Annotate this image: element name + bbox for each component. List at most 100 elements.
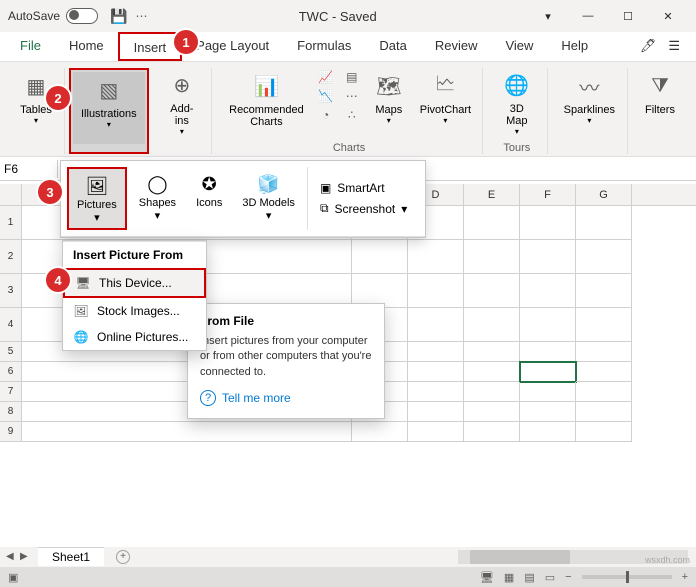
cell[interactable] (408, 274, 464, 308)
cell[interactable] (408, 402, 464, 422)
tab-view[interactable]: View (491, 32, 547, 61)
pagebreak-view-icon[interactable]: ▭ (545, 571, 555, 584)
save-icon[interactable]: 💾 (110, 8, 127, 25)
chart-insert-4[interactable]: ▤ (341, 68, 363, 86)
share-button[interactable]: 🖊 (632, 32, 665, 61)
cell[interactable] (22, 422, 352, 442)
cell[interactable] (520, 382, 576, 402)
cell[interactable] (576, 240, 632, 274)
cell[interactable] (576, 362, 632, 382)
screenshot-button[interactable]: ⧉Screenshot▾ (316, 199, 411, 218)
tell-me-more-link[interactable]: ?Tell me more (200, 390, 372, 406)
col-header-g[interactable]: G (576, 184, 632, 205)
cell[interactable] (576, 382, 632, 402)
ribbon-collapse-icon[interactable]: ▾ (528, 0, 568, 32)
maximize-button[interactable]: ☐ (608, 0, 648, 32)
chart-insert-5[interactable]: ⋯ (341, 87, 363, 105)
filters-button[interactable]: ⧩ Filters (638, 68, 682, 140)
tab-home[interactable]: Home (55, 32, 118, 61)
sheet-nav-next[interactable]: ▶ (20, 551, 32, 562)
minimize-button[interactable]: — (568, 0, 608, 32)
chart-insert-2[interactable]: 📉 (315, 87, 337, 105)
zoom-slider[interactable] (582, 575, 672, 579)
page-layout-icon[interactable]: ▤ (524, 571, 534, 584)
this-device-item[interactable]: 🖥This Device... (63, 268, 206, 298)
row-header[interactable]: 3 (0, 274, 22, 308)
cell[interactable] (520, 362, 576, 382)
cell[interactable] (352, 240, 408, 274)
chart-insert-6[interactable]: ∴ (341, 106, 363, 124)
cell[interactable] (464, 342, 520, 362)
qat-overflow-icon[interactable]: ⋯ (135, 9, 147, 23)
normal-view-icon[interactable]: ▦ (504, 571, 514, 584)
row-header[interactable]: 8 (0, 402, 22, 422)
cell[interactable] (464, 362, 520, 382)
3dmap-button[interactable]: 🌐 3D Map▾ (493, 68, 541, 140)
icons-button[interactable]: ✪ Icons (188, 167, 230, 230)
sparklines-button[interactable]: 〰 Sparklines▾ (558, 68, 621, 140)
tab-page-layout[interactable]: Page Layout (182, 32, 283, 61)
comments-button[interactable]: ☰ (664, 32, 684, 61)
smartart-button[interactable]: ▣SmartArt (316, 179, 411, 197)
recommended-charts-button[interactable]: 📊 Recommended Charts (222, 68, 311, 140)
add-sheet-button[interactable]: + (116, 550, 130, 564)
cell[interactable] (576, 342, 632, 362)
tab-file[interactable]: File (6, 32, 55, 61)
cell[interactable] (520, 422, 576, 442)
tab-help[interactable]: Help (547, 32, 602, 61)
pivotchart-button[interactable]: 🗠 PivotChart▾ (415, 68, 476, 140)
cell[interactable] (408, 308, 464, 342)
cell[interactable] (464, 274, 520, 308)
cell[interactable] (576, 308, 632, 342)
cell[interactable] (408, 240, 464, 274)
col-header-f[interactable]: F (520, 184, 576, 205)
cell[interactable] (576, 206, 632, 240)
cell[interactable] (520, 206, 576, 240)
record-macro-icon[interactable]: ▣ (8, 571, 18, 584)
cell[interactable] (408, 422, 464, 442)
cell[interactable] (520, 274, 576, 308)
chart-insert-1[interactable]: 📈 (315, 68, 337, 86)
tab-data[interactable]: Data (365, 32, 420, 61)
close-button[interactable]: ✕ (648, 0, 688, 32)
display-settings-icon[interactable]: 🖥 (480, 571, 494, 584)
online-pictures-item[interactable]: 🌐Online Pictures... (63, 324, 206, 350)
cell[interactable] (520, 402, 576, 422)
sheet-nav-prev[interactable]: ◀ (6, 551, 18, 562)
row-header[interactable]: 7 (0, 382, 22, 402)
maps-button[interactable]: 🗺 Maps▾ (367, 68, 411, 140)
stock-images-item[interactable]: 🖼Stock Images... (63, 298, 206, 324)
cell[interactable] (576, 422, 632, 442)
cell[interactable] (464, 402, 520, 422)
tab-formulas[interactable]: Formulas (283, 32, 365, 61)
cell[interactable] (464, 308, 520, 342)
cell[interactable] (520, 342, 576, 362)
cell[interactable] (408, 382, 464, 402)
col-header-e[interactable]: E (464, 184, 520, 205)
cell[interactable] (520, 240, 576, 274)
row-header[interactable]: 2 (0, 240, 22, 274)
illustrations-button[interactable]: ▧ Illustrations▾ (73, 72, 145, 144)
row-header[interactable]: 6 (0, 362, 22, 382)
row-header[interactable]: 1 (0, 206, 22, 240)
row-header[interactable]: 9 (0, 422, 22, 442)
cell[interactable] (464, 206, 520, 240)
cell[interactable] (520, 308, 576, 342)
sheet-tab-1[interactable]: Sheet1 (38, 547, 104, 566)
cell[interactable] (352, 422, 408, 442)
shapes-button[interactable]: ◯ Shapes▾ (131, 167, 184, 230)
cell[interactable] (408, 362, 464, 382)
cell[interactable] (464, 240, 520, 274)
chart-insert-3[interactable]: ◔ (315, 106, 337, 124)
tab-insert[interactable]: Insert (118, 32, 183, 61)
cell[interactable] (464, 422, 520, 442)
cell[interactable] (408, 342, 464, 362)
tab-review[interactable]: Review (421, 32, 492, 61)
row-header[interactable]: 4 (0, 308, 22, 342)
addins-button[interactable]: ⊕ Add-ins▾ (159, 68, 205, 140)
autosave-toggle[interactable]: AutoSave (8, 8, 98, 24)
row-header[interactable]: 5 (0, 342, 22, 362)
cell[interactable] (464, 382, 520, 402)
cell[interactable] (576, 402, 632, 422)
3d-models-button[interactable]: 🧊 3D Models▾ (234, 167, 303, 230)
